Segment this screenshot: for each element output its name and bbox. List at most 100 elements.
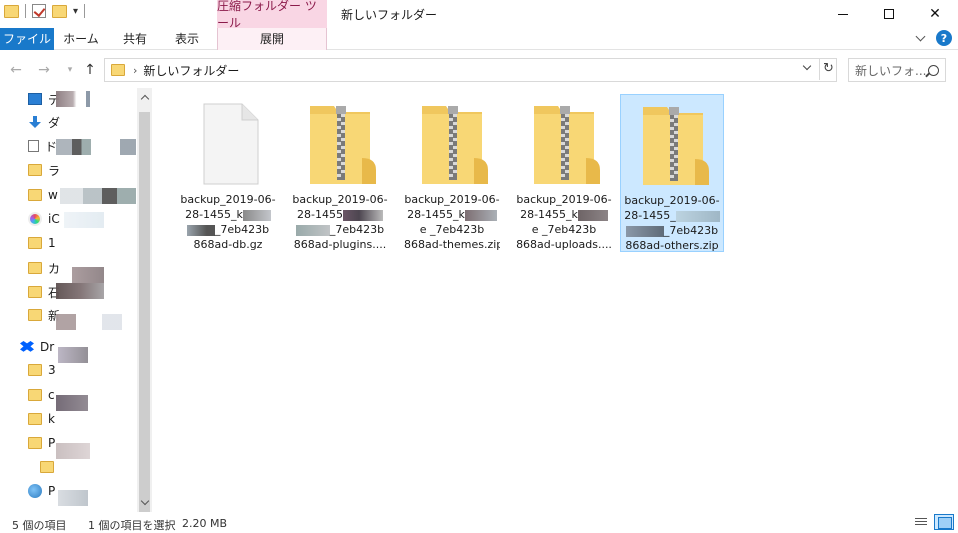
file-name: backup_2019-06- 28-1455_k e _7eb423b 868…	[404, 192, 500, 252]
tab-home[interactable]: ホーム	[57, 28, 105, 50]
customize-toolbar-icon[interactable]: ▾	[73, 6, 78, 17]
nav-item-label: ダ	[48, 115, 61, 130]
properties-icon[interactable]	[32, 4, 46, 18]
redacted-label	[58, 347, 88, 363]
nav-item[interactable]: ド	[28, 135, 57, 157]
file-name: backup_2019-06- 28-1455_k _7eb423b 868ad…	[180, 192, 276, 252]
nav-item[interactable]: 3	[28, 359, 56, 381]
redacted-label	[56, 283, 104, 299]
context-tab-header: 圧縮フォルダー ツール	[217, 0, 327, 30]
file-name-line: 28-1455_	[624, 208, 720, 223]
search-placeholder: 新しいフォ...	[855, 63, 927, 78]
file-list: backup_2019-06- 28-1455_k _7eb423b 868ad…	[160, 88, 958, 512]
nav-item-label: k	[48, 412, 55, 426]
breadcrumb-separator-icon[interactable]: ›	[133, 64, 137, 77]
nav-item[interactable]: カ	[28, 257, 60, 279]
nav-pane-scrollbar[interactable]	[137, 88, 152, 512]
file-name-part: 28-1455_k	[407, 208, 465, 221]
details-view-icon[interactable]	[910, 514, 930, 530]
file-name-part: _7eb423b	[663, 224, 719, 237]
nav-item[interactable]: 1	[28, 232, 56, 254]
tab-view[interactable]: 表示	[165, 28, 209, 50]
folder-icon	[28, 189, 42, 201]
nav-item[interactable]: c	[28, 384, 55, 406]
zip-folder-icon	[637, 101, 709, 187]
tab-extract[interactable]: 展開	[217, 28, 327, 50]
zip-folder-icon	[304, 100, 376, 186]
folder-icon	[28, 389, 42, 401]
nav-item[interactable]: w	[28, 184, 58, 206]
ribbon-tabs: ファイル ホーム 共有 表示 展開 ?	[0, 28, 958, 50]
folder-icon	[28, 286, 42, 298]
window-controls: ✕	[820, 0, 958, 28]
file-item[interactable]: backup_2019-06- 28-1455_k e _7eb423b 868…	[514, 94, 614, 252]
file-name-line: _7eb423b	[292, 222, 388, 237]
nav-item[interactable]	[40, 456, 60, 478]
up-button[interactable]: ↑	[82, 61, 98, 79]
file-name-line: 868ad-plugins....	[293, 238, 387, 251]
nav-item[interactable]: iC	[28, 208, 60, 230]
file-name-line: 868ad-themes.zip	[404, 238, 500, 251]
new-folder-icon[interactable]	[52, 4, 67, 18]
file-name-part: e _7eb423b	[419, 223, 485, 236]
large-icons-view-icon[interactable]	[934, 514, 954, 530]
back-button[interactable]: ←	[8, 61, 24, 79]
recent-locations-button[interactable]: ▾	[62, 61, 78, 79]
file-name-part: 28-1455_	[624, 209, 676, 222]
file-name-line: 28-1455_k	[516, 207, 612, 222]
minimize-button[interactable]	[820, 0, 866, 28]
forward-button[interactable]: →	[36, 61, 52, 79]
scrollbar-thumb[interactable]	[139, 112, 150, 512]
redacted-text	[577, 209, 608, 221]
file-name: backup_2019-06- 28-1455_k e _7eb423b 868…	[516, 192, 612, 252]
nav-item[interactable]: P	[28, 480, 55, 502]
search-input[interactable]: 新しいフォ...	[848, 58, 946, 82]
maximize-button[interactable]	[866, 0, 912, 28]
selected-count: 1 個の項目を選択	[88, 519, 176, 532]
nav-item[interactable]: k	[28, 408, 55, 430]
icloud-icon	[28, 212, 42, 226]
zip-folder-icon	[416, 100, 488, 186]
view-switcher	[910, 514, 954, 530]
item-count: 5 個の項目	[12, 519, 67, 532]
file-name-line: 28-1455	[292, 207, 388, 222]
nav-item[interactable]: P	[28, 432, 55, 454]
address-bar[interactable]: › 新しいフォルダー	[104, 58, 837, 82]
file-name-line: 868ad-others.zip	[625, 239, 719, 252]
navigation-pane: デ ダ ド ラ w iC 1 カ 石 新 Dr 3 c k P P	[0, 88, 152, 512]
download-icon	[28, 116, 42, 128]
redacted-label	[56, 395, 88, 411]
refresh-button[interactable]: ↻	[819, 58, 837, 80]
nav-item-label: P	[48, 484, 56, 498]
close-icon: ✕	[929, 6, 941, 22]
help-icon[interactable]: ?	[936, 30, 952, 46]
nav-item-label: iC	[48, 212, 60, 226]
nav-item-label: ラ	[48, 163, 61, 178]
file-name-line: backup_2019-06-	[624, 194, 720, 207]
nav-item[interactable]: ラ	[28, 159, 60, 181]
breadcrumb[interactable]: 新しいフォルダー	[143, 62, 239, 79]
file-item[interactable]: backup_2019-06- 28-1455_k _7eb423b 868ad…	[178, 94, 278, 252]
scroll-up-icon[interactable]	[140, 94, 150, 104]
close-button[interactable]: ✕	[912, 0, 958, 28]
nav-item[interactable]: Dr	[20, 336, 54, 358]
nav-item-label: 1	[48, 236, 56, 250]
redacted-label	[72, 267, 104, 283]
ribbon-right: ?	[914, 30, 952, 46]
maximize-icon	[884, 9, 894, 19]
file-item-selected[interactable]: backup_2019-06- 28-1455_ _7eb423b 868ad-…	[620, 94, 724, 252]
folder-icon	[111, 64, 125, 76]
file-name-line: backup_2019-06-	[516, 193, 612, 206]
file-item[interactable]: backup_2019-06- 28-1455 _7eb423b 868ad-p…	[290, 94, 390, 252]
nav-item[interactable]: ダ	[28, 111, 60, 133]
address-dropdown-button[interactable]	[799, 58, 817, 80]
folder-icon	[28, 262, 42, 274]
redacted-label	[58, 490, 88, 506]
search-icon	[928, 64, 939, 76]
selected-size: 2.20 MB	[182, 517, 228, 530]
expand-ribbon-icon[interactable]	[914, 31, 928, 45]
tab-share[interactable]: 共有	[113, 28, 157, 50]
tab-file[interactable]: ファイル	[0, 28, 54, 50]
redacted-label	[56, 314, 122, 330]
file-item[interactable]: backup_2019-06- 28-1455_k e _7eb423b 868…	[402, 94, 502, 252]
